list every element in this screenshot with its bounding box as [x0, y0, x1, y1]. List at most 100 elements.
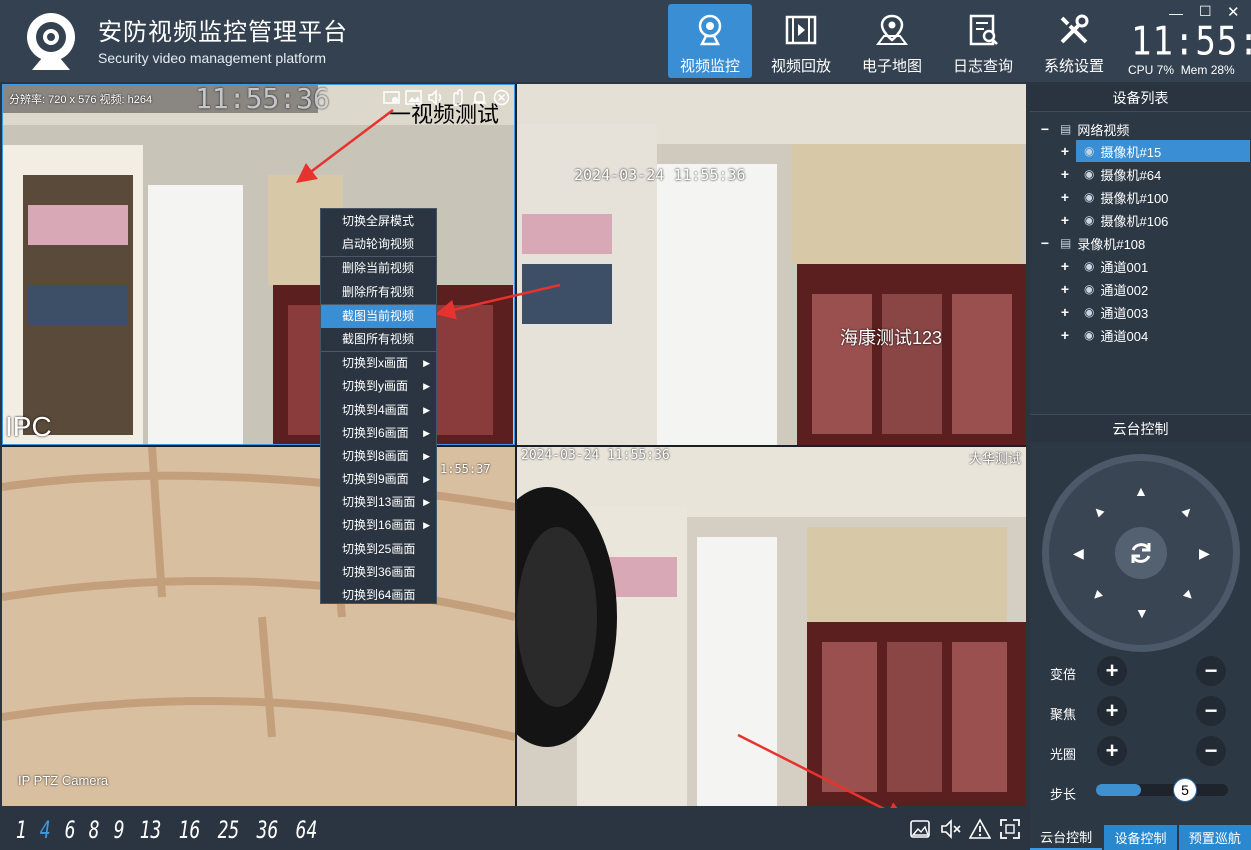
ptz-up-right-button[interactable]: ▲ — [1177, 500, 1198, 521]
fullscreen-icon[interactable] — [999, 818, 1021, 840]
ptz-down-button[interactable]: ▼ — [1135, 605, 1149, 621]
nav-system-settings[interactable]: 系统设置 — [1032, 4, 1116, 78]
iris-close-button[interactable]: − — [1196, 736, 1226, 766]
zoom-out-button[interactable]: − — [1196, 656, 1226, 686]
video-cell-2[interactable]: 2024-03-24 11:55:36 海康测试123 — [517, 84, 1026, 445]
snapshot-all-icon[interactable] — [909, 818, 931, 840]
refresh-icon — [1131, 543, 1151, 563]
tree-node-channel-003[interactable]: + ◉ 通道003 — [1061, 301, 1148, 323]
tree-node-camera-15[interactable]: + ◉ 摄像机#15 — [1061, 140, 1250, 162]
step-slider[interactable]: 5 — [1096, 778, 1228, 802]
menu-item-layout-x[interactable]: 切换到x画面 ▶ — [321, 352, 436, 375]
panel-tabs: 云台控制 设备控制 预置巡航 — [1030, 825, 1251, 850]
zoom-in-button[interactable]: + — [1097, 656, 1127, 686]
nav-video-playback[interactable]: 视频回放 — [759, 4, 843, 78]
layout-6-button[interactable]: 6 — [65, 816, 76, 844]
menu-item-fullscreen[interactable]: 切换全屏模式 — [321, 210, 436, 233]
video-3-osd-time: 1:55:37 — [440, 462, 491, 476]
nav-video-monitor[interactable]: 视频监控 — [668, 4, 752, 78]
recorder-icon: ▤ — [1060, 236, 1072, 250]
menu-item-layout-9[interactable]: 切换到9画面 ▶ — [321, 468, 436, 491]
volume-icon[interactable] — [427, 89, 444, 106]
layout-1-button[interactable]: 1 — [16, 816, 27, 844]
iris-open-button[interactable]: + — [1097, 736, 1127, 766]
tree-node-channel-004[interactable]: + ◉ 通道004 — [1061, 324, 1148, 346]
layout-25-button[interactable]: 25 — [218, 816, 240, 844]
video-cell-4[interactable]: 2024-03-24 11:55:36 大华测试 — [517, 447, 1026, 806]
close-video-icon[interactable] — [493, 89, 510, 106]
menu-item-layout-13[interactable]: 切换到13画面 ▶ — [321, 491, 436, 514]
camera-icon: ◉ — [1084, 328, 1095, 342]
iris-label: 光圈 — [1050, 747, 1077, 762]
ptz-title: 云台控制 — [1030, 414, 1251, 442]
ptz-down-right-button[interactable]: ▼ — [1177, 584, 1198, 605]
menu-item-layout-64[interactable]: 切换到64画面 — [321, 584, 436, 607]
app-header: 安防视频监控管理平台 Security video management pla… — [0, 0, 1251, 82]
menu-item-layout-36[interactable]: 切换到36画面 — [321, 561, 436, 584]
warning-icon[interactable] — [969, 818, 991, 840]
webcam-logo-icon — [27, 13, 75, 70]
layout-13-button[interactable]: 13 — [140, 816, 162, 844]
layout-4-button[interactable]: 4 — [40, 816, 51, 844]
video-3-label: IP PTZ Camera — [18, 773, 109, 788]
menu-item-layout-8[interactable]: 切换到8画面 ▶ — [321, 445, 436, 468]
network-video-icon: ▤ — [1060, 122, 1072, 136]
ptz-up-button[interactable]: ▲ — [1134, 483, 1148, 499]
film-icon — [785, 15, 817, 45]
layout-9-button[interactable]: 9 — [114, 816, 125, 844]
video-cell-1[interactable]: 分辨率: 720 x 576 视频: h264 11:55:36 一视频测试 I… — [2, 84, 515, 445]
expand-icon: + — [1060, 189, 1070, 205]
ptz-down-left-button[interactable]: ▼ — [1087, 584, 1108, 605]
camera-icon: ◉ — [1084, 167, 1095, 181]
tree-node-channel-001[interactable]: + ◉ 通道001 — [1061, 255, 1148, 277]
step-slider-knob[interactable]: 5 — [1173, 778, 1197, 802]
focus-in-button[interactable]: + — [1097, 696, 1127, 726]
clock-display: 11:55:37 — [1131, 19, 1251, 65]
menu-item-layout-16[interactable]: 切换到16画面 ▶ — [321, 514, 436, 537]
video-feed-4 — [517, 447, 1026, 806]
nav-log-query[interactable]: 日志查询 — [941, 4, 1025, 78]
layout-8-button[interactable]: 8 — [89, 816, 100, 844]
tab-device-control[interactable]: 设备控制 — [1104, 825, 1177, 850]
ptz-auto-button[interactable] — [1115, 527, 1167, 579]
maximize-button[interactable]: ☐ — [1199, 3, 1212, 20]
focus-out-button[interactable]: − — [1196, 696, 1226, 726]
menu-item-start-polling[interactable]: 启动轮询视频 — [321, 233, 436, 256]
tab-ptz-control[interactable]: 云台控制 — [1030, 825, 1103, 850]
menu-item-delete-current[interactable]: 删除当前视频 — [321, 257, 436, 280]
ptz-left-button[interactable]: ◀ — [1073, 545, 1084, 562]
mute-icon[interactable] — [940, 818, 962, 840]
snapshot-icon[interactable] — [405, 89, 422, 106]
menu-item-snapshot-current[interactable]: 截图当前视频 — [321, 304, 436, 328]
layout-36-button[interactable]: 36 — [257, 816, 279, 844]
layout-64-button[interactable]: 64 — [296, 816, 318, 844]
menu-item-layout-4[interactable]: 切换到4画面 ▶ — [321, 399, 436, 422]
tree-node-camera-64[interactable]: + ◉ 摄像机#64 — [1061, 163, 1161, 185]
video-2-osd-time: 2024-03-24 11:55:36 — [574, 166, 746, 184]
submenu-arrow-icon: ▶ — [423, 358, 430, 369]
tree-node-channel-002[interactable]: + ◉ 通道002 — [1061, 278, 1148, 300]
record-icon[interactable] — [383, 89, 400, 106]
menu-item-layout-6[interactable]: 切换到6画面 ▶ — [321, 422, 436, 445]
tab-preset-cruise[interactable]: 预置巡航 — [1178, 825, 1251, 850]
video-cell-3[interactable]: 1:55:37 IP PTZ Camera — [2, 447, 515, 806]
menu-item-snapshot-all[interactable]: 截图所有视频 — [321, 328, 436, 351]
menu-item-delete-all[interactable]: 删除所有视频 — [321, 281, 436, 304]
menu-item-layout-y[interactable]: 切换到y画面 ▶ — [321, 375, 436, 398]
ptz-hand-icon[interactable] — [449, 89, 466, 106]
tree-node-camera-106[interactable]: + ◉ 摄像机#106 — [1061, 209, 1169, 231]
submenu-arrow-icon: ▶ — [423, 381, 430, 392]
layout-16-button[interactable]: 16 — [179, 816, 201, 844]
video-4-osd-time: 2024-03-24 11:55:36 — [521, 448, 670, 463]
alarm-icon[interactable] — [471, 89, 488, 106]
ptz-right-button[interactable]: ▶ — [1199, 545, 1210, 562]
nav-electronic-map[interactable]: 电子地图 — [850, 4, 934, 78]
tree-node-nvr-108[interactable]: − ▤ 录像机#108 — [1038, 232, 1145, 254]
tree-node-camera-100[interactable]: + ◉ 摄像机#100 — [1061, 186, 1169, 208]
tree-node-network-video[interactable]: − ▤ 网络视频 — [1038, 118, 1129, 140]
camera-icon: ◉ — [1084, 282, 1095, 296]
step-slider-fill — [1096, 784, 1141, 796]
ptz-up-left-button[interactable]: ▲ — [1087, 500, 1108, 521]
step-label: 步长 — [1050, 787, 1077, 802]
menu-item-layout-25[interactable]: 切换到25画面 — [321, 538, 436, 561]
